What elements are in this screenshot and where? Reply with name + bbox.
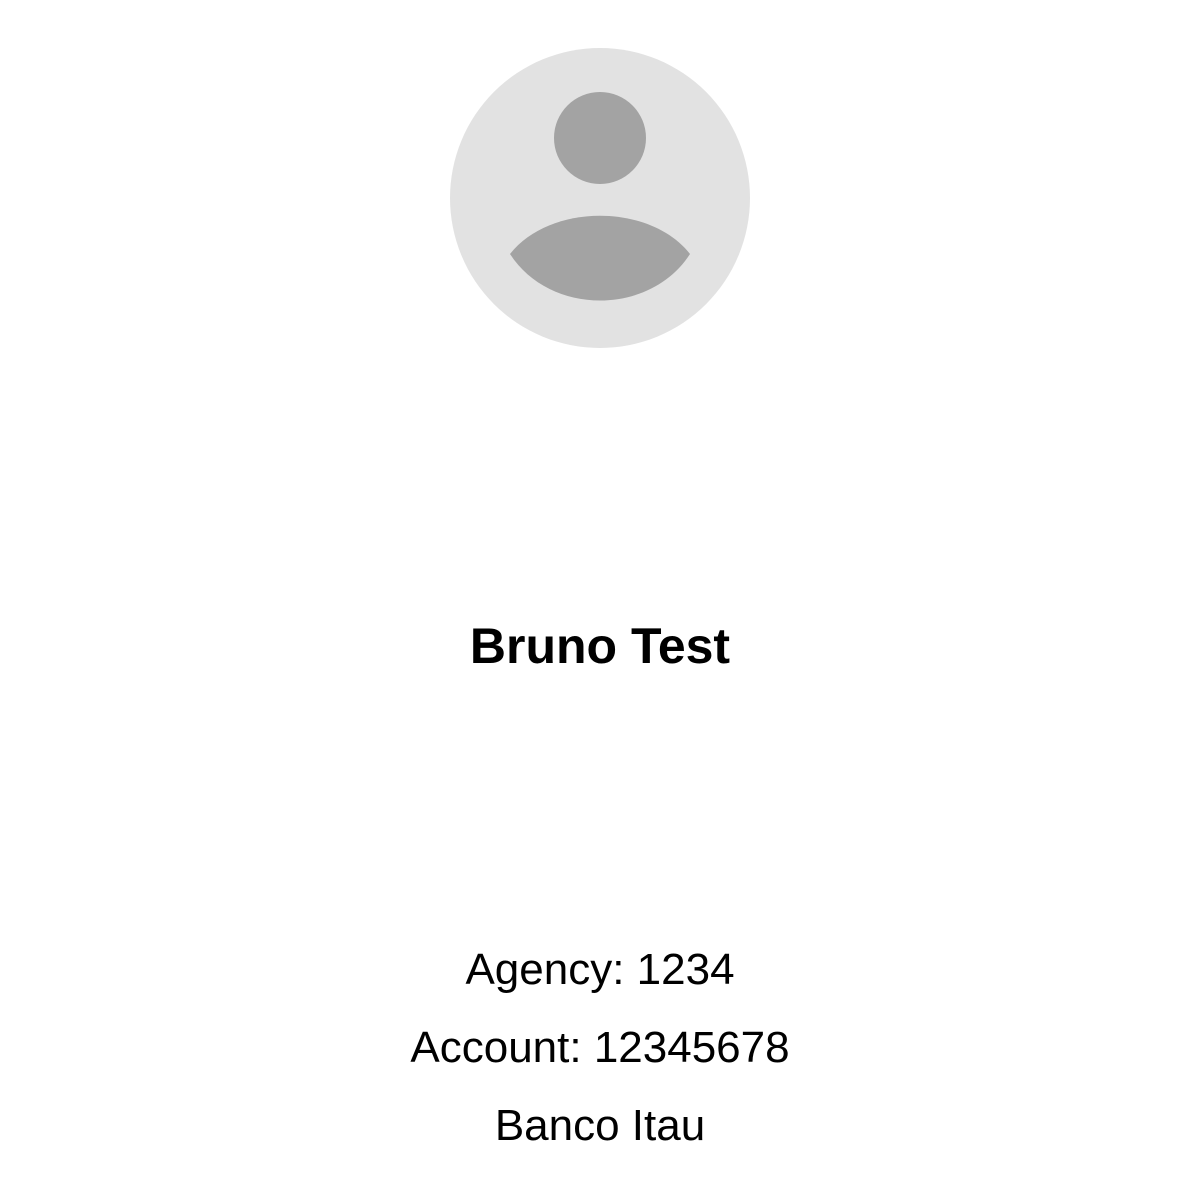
avatar[interactable]	[450, 48, 750, 348]
user-name: Bruno Test	[469, 618, 731, 674]
profile-screen: Bruno Test Agency: 1234 Account: 1234567…	[0, 0, 1200, 1200]
bank-name: Banco Itau	[494, 1101, 706, 1150]
agency-text: Agency: 1234	[465, 945, 735, 994]
avatar-head	[554, 92, 646, 184]
account-text: Account: 12345678	[410, 1023, 790, 1072]
default-user-avatar-icon	[450, 48, 750, 348]
